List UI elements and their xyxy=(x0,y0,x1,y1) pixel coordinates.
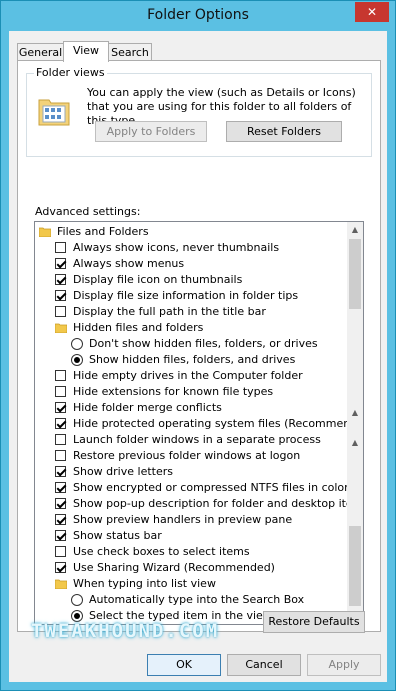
tree-item-label: Show encrypted or compressed NTFS files … xyxy=(73,481,349,494)
tree-item-label: Hidden files and folders xyxy=(73,321,204,334)
reset-folders-button[interactable]: Reset Folders xyxy=(226,121,342,142)
checkbox[interactable] xyxy=(55,434,66,445)
advanced-settings-tree[interactable]: Files and Folders Always show icons, neve… xyxy=(34,221,364,625)
tree-item-label: Display the full path in the title bar xyxy=(73,305,266,318)
tree-item-label: Hide folder merge conflicts xyxy=(73,401,222,414)
tree-item-label: Show drive letters xyxy=(73,465,173,478)
apply-button[interactable]: Apply xyxy=(307,654,381,676)
tree-item-label: Use check boxes to select items xyxy=(73,545,250,558)
chevron-up-icon[interactable]: ▲ xyxy=(347,435,363,451)
tree-item-label: Always show icons, never thumbnails xyxy=(73,241,280,254)
cancel-button[interactable]: Cancel xyxy=(227,654,301,676)
close-icon[interactable]: ✕ xyxy=(355,2,389,22)
tree-item-label: Hide extensions for known file types xyxy=(73,385,274,398)
scrollbar-thumb[interactable] xyxy=(349,526,361,606)
checkbox[interactable] xyxy=(55,482,66,493)
checkbox[interactable] xyxy=(55,418,66,429)
tree-item-label: Show preview handlers in preview pane xyxy=(73,513,293,526)
folder-views-group: Folder views You can apply the view (suc… xyxy=(26,66,372,157)
checkbox[interactable] xyxy=(55,450,66,461)
tree-scrollbar[interactable]: ▲ ▲ ▲ ▼ xyxy=(347,222,363,624)
watermark: TWEAKHOUND.COM xyxy=(31,620,220,642)
folder-icon xyxy=(55,579,67,589)
scrollbar-thumb[interactable] xyxy=(349,239,361,309)
tree-item-label: Hide empty drives in the Computer folder xyxy=(73,369,303,382)
checkbox[interactable] xyxy=(55,498,66,509)
checkbox[interactable] xyxy=(55,242,66,253)
checkbox[interactable] xyxy=(55,274,66,285)
checkbox[interactable] xyxy=(55,562,66,573)
tree-item-label: Hide protected operating system files (R… xyxy=(73,417,364,430)
restore-defaults-button[interactable]: Restore Defaults xyxy=(263,611,365,633)
tree-item-label: Automatically type into the Search Box xyxy=(89,593,305,606)
view-tab-panel: Folder views You can apply the view (suc… xyxy=(17,60,381,632)
tree-item-label: Display file icon on thumbnails xyxy=(73,273,243,286)
radio-button[interactable] xyxy=(71,594,83,606)
tree-item-label: Restore previous folder windows at logon xyxy=(73,449,301,462)
checkbox[interactable] xyxy=(55,258,66,269)
ok-button[interactable]: OK xyxy=(147,654,221,676)
checkbox[interactable] xyxy=(55,546,66,557)
tree-item-label: When typing into list view xyxy=(73,577,216,590)
tab-view[interactable]: View xyxy=(63,41,109,62)
tree-item-label: Don't show hidden files, folders, or dri… xyxy=(89,337,318,350)
tree-item-label: Always show menus xyxy=(73,257,185,270)
title-bar[interactable]: Folder Options ✕ xyxy=(1,1,395,31)
chevron-up-icon[interactable]: ▲ xyxy=(347,222,363,238)
folder-view-icon xyxy=(38,99,70,126)
advanced-settings-label: Advanced settings: xyxy=(35,205,141,218)
checkbox[interactable] xyxy=(55,370,66,381)
folder-icon xyxy=(39,227,51,237)
checkbox[interactable] xyxy=(55,530,66,541)
window-title: Folder Options xyxy=(147,7,249,23)
checkbox[interactable] xyxy=(55,514,66,525)
tree-item-label: Show hidden files, folders, and drives xyxy=(89,353,296,366)
chevron-up-icon[interactable]: ▲ xyxy=(347,405,363,421)
checkbox[interactable] xyxy=(55,290,66,301)
checkbox[interactable] xyxy=(55,386,66,397)
checkbox[interactable] xyxy=(55,402,66,413)
tree-item-label: Launch folder windows in a separate proc… xyxy=(73,433,321,446)
folder-icon xyxy=(55,323,67,333)
tree-item-label: Use Sharing Wizard (Recommended) xyxy=(73,561,275,574)
tree-item-label: Show status bar xyxy=(73,529,162,542)
folder-options-window: Folder Options ✕ General View Search Fol… xyxy=(0,0,396,691)
tree-item-label: Display file size information in folder … xyxy=(73,289,299,302)
checkbox[interactable] xyxy=(55,306,66,317)
radio-button[interactable] xyxy=(71,354,83,366)
tree-item-label: Files and Folders xyxy=(57,225,149,238)
tree-item-label: Show pop-up description for folder and d… xyxy=(73,497,364,510)
folder-views-label: Folder views xyxy=(34,66,107,79)
tab-general[interactable]: General xyxy=(17,43,64,61)
checkbox[interactable] xyxy=(55,466,66,477)
radio-button[interactable] xyxy=(71,338,83,350)
apply-to-folders-button[interactable]: Apply to Folders xyxy=(95,121,207,142)
dialog-client: General View Search Folder views You can… xyxy=(9,31,387,682)
tab-search[interactable]: Search xyxy=(108,43,152,61)
